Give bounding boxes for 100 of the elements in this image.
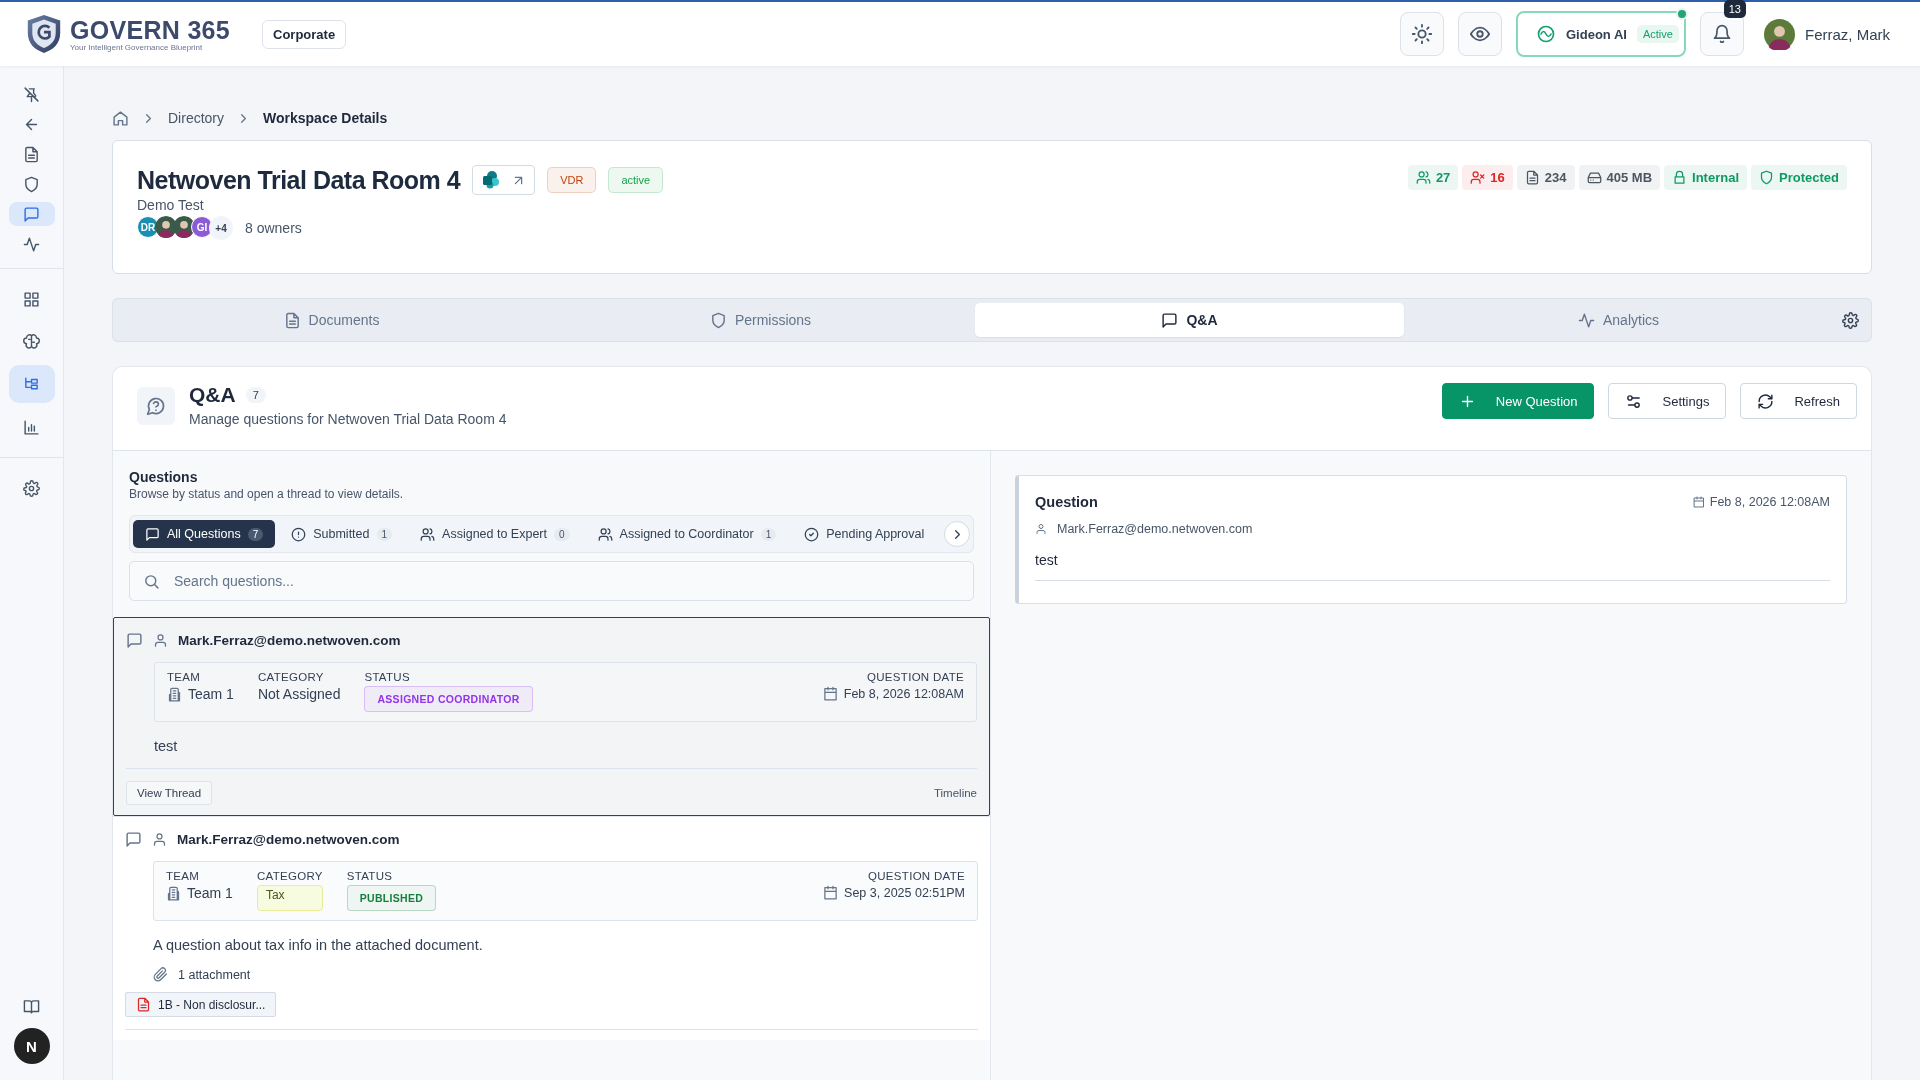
tab[interactable]: Q&A <box>975 303 1404 337</box>
breadcrumb-current: Workspace Details <box>263 110 388 126</box>
settings-button[interactable]: Settings <box>1608 383 1727 419</box>
detail-title: Question <box>1035 494 1098 510</box>
workspace-title: Netwoven Trial Data Room 4 <box>137 165 461 195</box>
question-bubble-icon <box>146 396 166 416</box>
filter-label: Assigned to Expert <box>442 527 547 541</box>
view-thread-button[interactable]: View Thread <box>126 781 213 805</box>
timeline-link[interactable]: Timeline <box>933 787 977 799</box>
filter-tab[interactable]: Assigned to Coordinator 1 <box>585 520 789 548</box>
detail-date: Feb 8, 2026 12:08AM <box>1709 495 1830 509</box>
meta-label: STATUS <box>346 870 394 882</box>
organization-button[interactable]: Corporate <box>262 19 347 49</box>
building-icon <box>167 686 182 702</box>
author-email: Mark.Ferraz@demo.netwoven.com <box>178 632 401 648</box>
stat-value: 405 MB <box>1606 170 1653 185</box>
sidebar-item[interactable] <box>8 202 55 226</box>
tab[interactable]: Analytics <box>1404 303 1833 337</box>
refresh-icon <box>1757 392 1775 410</box>
brain-icon <box>23 332 40 350</box>
unpin-icon <box>23 85 40 103</box>
chat-icon <box>126 631 143 649</box>
filter-count: 1 <box>760 527 777 541</box>
user-icon <box>152 831 167 847</box>
stat-value: 234 <box>1544 170 1567 185</box>
workspace-tag: active <box>608 167 664 193</box>
notification-count: 13 <box>1723 0 1746 18</box>
meta-label: STATUS <box>364 671 411 683</box>
status-badge: PUBLISHED <box>346 885 437 911</box>
bar-chart-icon <box>23 418 40 436</box>
drive-icon <box>1586 170 1602 185</box>
book-icon <box>23 997 40 1015</box>
document-icon <box>23 145 40 163</box>
filter-count: 1 <box>376 527 393 541</box>
team-name: Team 1 <box>187 885 233 901</box>
logo-icon <box>26 12 62 56</box>
filter-tab[interactable]: Pending Approval <box>792 520 937 548</box>
stat-value: 16 <box>1490 170 1505 185</box>
chat-icon <box>145 526 160 542</box>
document-icon <box>1524 170 1540 185</box>
ai-icon <box>1536 24 1556 44</box>
home-icon[interactable] <box>112 109 129 127</box>
activity-icon <box>1578 311 1595 329</box>
scroll-right-button[interactable] <box>944 521 970 547</box>
calendar-icon <box>1692 496 1705 508</box>
refresh-button[interactable]: Refresh <box>1740 383 1857 419</box>
filter-tab[interactable]: Submitted 1 <box>279 520 405 548</box>
theme-toggle-button[interactable] <box>1400 12 1444 56</box>
sidebar-item[interactable] <box>8 365 55 403</box>
chat-icon <box>1161 311 1179 329</box>
sun-icon <box>1411 23 1433 45</box>
question-card[interactable]: Mark.Ferraz@demo.netwoven.com TEAM Team 1 CATEGORY Not Assigned STATUS ASSIGNED COORDINATOR QUESTION DATE Feb 8, 2026 12:08AM test View Thread Timeline <box>113 617 990 816</box>
new-question-button[interactable]: New Question <box>1441 383 1595 419</box>
status-badge: ASSIGNED COORDINATOR <box>364 686 533 712</box>
logo-tagline: Your Intelligent Governance Blueprint <box>70 42 204 52</box>
attachment-chip[interactable]: 1B - Non disclosur... <box>125 992 277 1017</box>
file-icon <box>136 997 151 1012</box>
user-avatar[interactable]: N <box>13 1028 50 1064</box>
tab[interactable]: Permissions <box>546 303 975 337</box>
question-card[interactable]: Mark.Ferraz@demo.netwoven.com TEAM Team 1 CATEGORY Tax STATUS PUBLISHED QUESTION DATE Sep 3, 2025 02:51PM A question about tax info in the attached document. 1 attachment 1B - Non disclosur... <box>113 816 990 1040</box>
meta-label: TEAM <box>167 671 202 683</box>
question-count: 7 <box>245 387 266 403</box>
users-icon <box>597 526 613 542</box>
team-name: Team 1 <box>188 686 234 702</box>
question-text: test <box>154 738 178 754</box>
filter-tab[interactable]: All Questions 7 <box>133 520 276 548</box>
filter-tab[interactable]: Assigned to Expert 0 <box>408 520 582 548</box>
preview-button[interactable] <box>1458 12 1502 56</box>
attachment-count: 1 attachment <box>178 967 251 982</box>
qa-title: Q&A <box>189 383 236 407</box>
sliders-icon <box>1625 392 1643 410</box>
search-field[interactable]: Search questions... <box>129 561 974 601</box>
building-icon <box>166 885 181 901</box>
category-tag: Tax <box>256 885 323 911</box>
filter-label: All Questions <box>167 527 241 541</box>
tab[interactable]: Documents <box>117 303 546 337</box>
assistant-button[interactable]: Gideon AI Active <box>1516 11 1686 57</box>
bell-icon <box>1712 24 1732 44</box>
section-title: Questions <box>129 469 199 485</box>
notifications-button[interactable] <box>1700 12 1744 56</box>
chat-icon <box>125 830 142 848</box>
activity-icon <box>23 235 40 253</box>
stat-value: Protected <box>1779 170 1839 185</box>
filter-label: Assigned to Coordinator <box>619 527 754 541</box>
open-site-button[interactable] <box>472 165 536 195</box>
status-badge: Active <box>1636 25 1679 43</box>
settings-icon <box>1841 311 1859 329</box>
user-name[interactable]: Ferraz, Mark <box>1805 25 1890 43</box>
category-value: Not Assigned <box>257 686 341 702</box>
users-icon <box>420 526 436 542</box>
lock-icon <box>1672 170 1688 185</box>
shield-icon <box>709 311 727 329</box>
filter-label: Submitted <box>313 527 370 541</box>
question-date: Sep 3, 2025 02:51PM <box>844 885 965 900</box>
user-icon <box>153 632 168 648</box>
breadcrumb-link[interactable]: Directory <box>168 110 224 126</box>
filter-count: 7 <box>247 527 264 541</box>
chat-icon <box>23 205 40 223</box>
document-icon <box>283 311 301 329</box>
settings-icon <box>23 479 40 497</box>
